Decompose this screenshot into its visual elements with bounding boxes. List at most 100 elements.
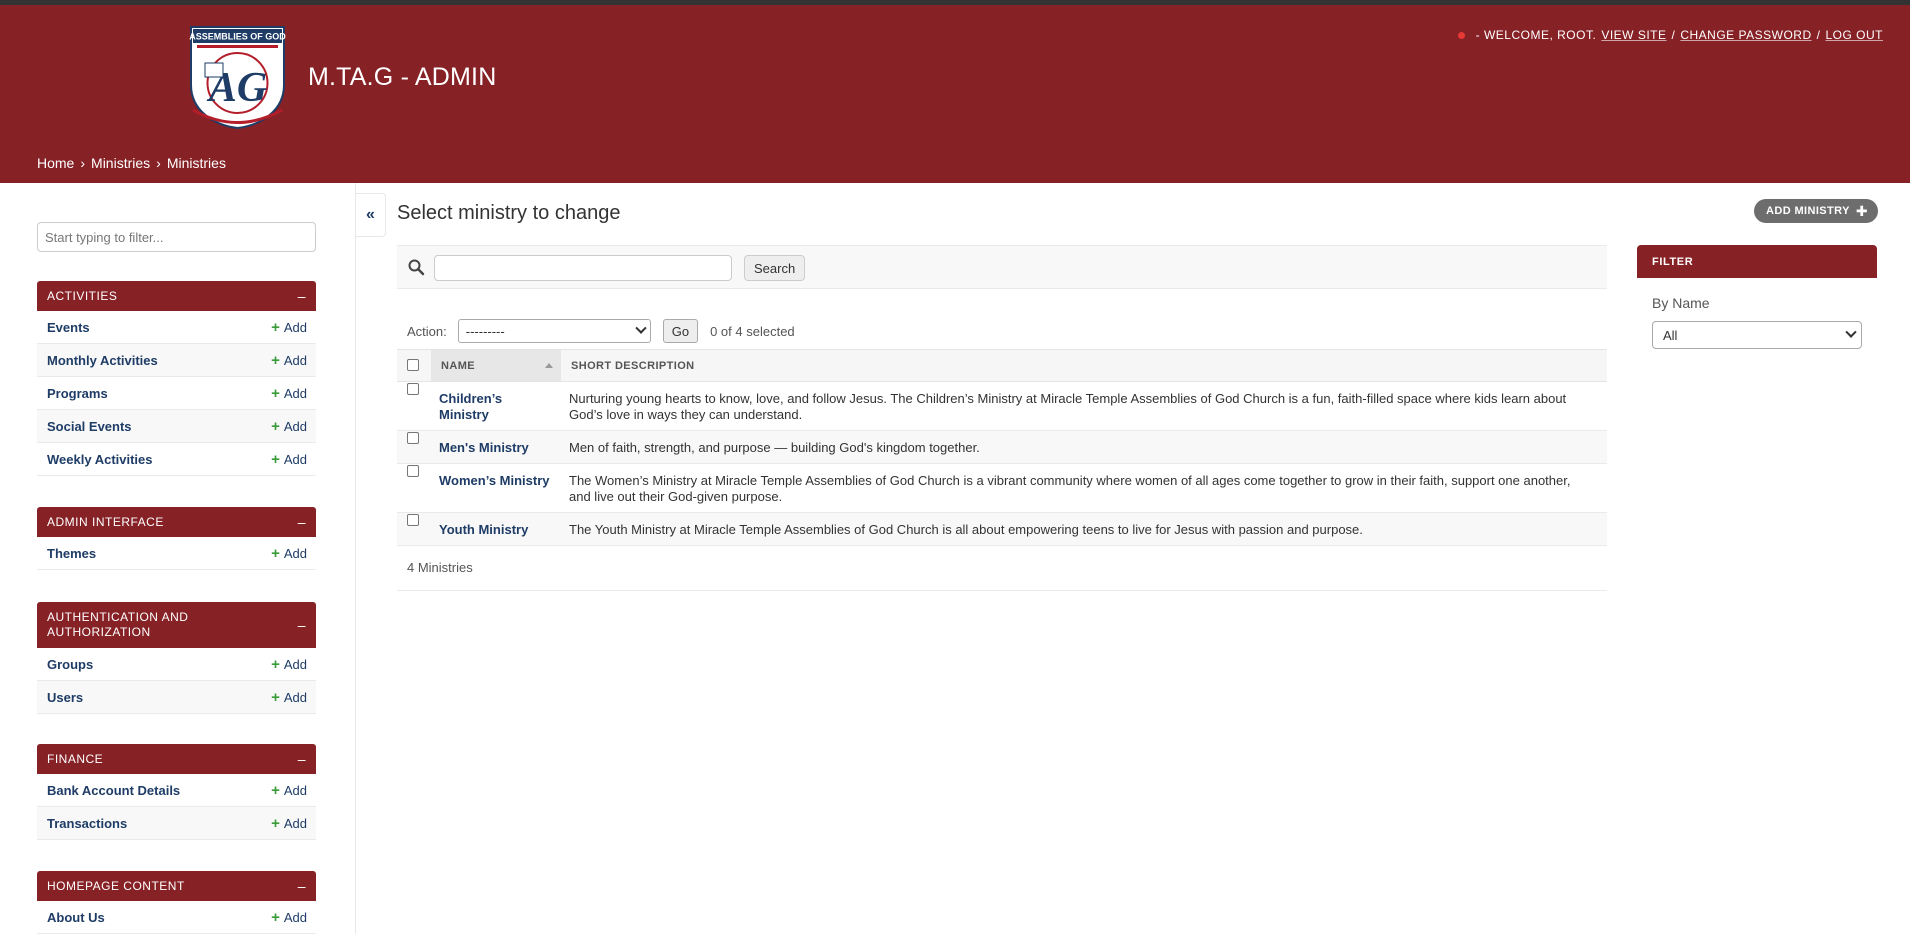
app-activities: ACTIVITIES – Events + Add Monthly Activit…	[37, 281, 316, 476]
add-themes-link[interactable]: + Add	[271, 546, 307, 561]
search-button[interactable]: Search	[744, 255, 806, 281]
changelist-filter: FILTER By Name All	[1637, 245, 1877, 349]
ministry-name-link[interactable]: Youth Ministry	[431, 512, 561, 546]
table-row: Children’s Ministry Nurturing young hear…	[397, 381, 1607, 431]
app-caption-finance[interactable]: FINANCE –	[37, 744, 316, 774]
selected-count: 0 of 4 selected	[710, 323, 795, 339]
plus-icon: +	[271, 781, 280, 799]
add-social-events-link[interactable]: + Add	[271, 419, 307, 434]
row-checkbox[interactable]	[407, 465, 419, 477]
ministry-description: Men of faith, strength, and purpose — bu…	[561, 430, 1607, 464]
action-select[interactable]: ---------	[457, 319, 651, 343]
ministry-name-link[interactable]: Men's Ministry	[431, 430, 561, 464]
table-row: Men's Ministry Men of faith, strength, a…	[397, 430, 1607, 464]
status-dot-icon	[1457, 31, 1465, 39]
collapse-icon[interactable]: –	[298, 617, 306, 633]
filter-title: FILTER	[1637, 245, 1877, 278]
assemblies-of-god-logo[interactable]: ASSEMBLIES OF GOD AG	[187, 25, 288, 129]
collapse-icon[interactable]: –	[298, 288, 306, 304]
model-link-transactions[interactable]: Transactions	[47, 816, 127, 831]
ministry-name-link[interactable]: Women’s Ministry	[431, 463, 561, 513]
toggle-nav-sidebar-button[interactable]: «	[356, 193, 386, 237]
sort-ascending-icon[interactable]	[545, 363, 553, 368]
add-weekly-activities-link[interactable]: + Add	[271, 452, 307, 467]
filter-by-name-select[interactable]: All	[1652, 321, 1862, 349]
column-header-short-description[interactable]: SHORT DESCRIPTION	[561, 349, 1607, 382]
model-row-social-events: Social Events + Add	[37, 410, 316, 443]
plus-icon: +	[271, 688, 280, 706]
plus-icon: +	[271, 384, 280, 402]
row-check-cell	[397, 512, 431, 546]
add-label: Add	[283, 656, 307, 672]
view-site-link[interactable]: VIEW SITE	[1601, 28, 1666, 42]
collapse-icon[interactable]: –	[298, 514, 306, 530]
add-programs-link[interactable]: + Add	[271, 386, 307, 401]
breadcrumb-ministries-app[interactable]: Ministries	[91, 155, 150, 171]
app-caption-homepage-content[interactable]: HOMEPAGE CONTENT –	[37, 871, 316, 901]
add-ministry-button[interactable]: ADD MINISTRY ✚	[1754, 199, 1878, 223]
ministry-description: The Women’s Ministry at Miracle Temple A…	[561, 463, 1607, 513]
plus-icon: +	[271, 450, 280, 468]
plus-icon: +	[271, 351, 280, 369]
app-admin-interface: ADMIN INTERFACE – Themes + Add	[37, 507, 316, 570]
add-monthly-activities-link[interactable]: + Add	[271, 353, 307, 368]
site-brand[interactable]: M.TA.G - ADMIN	[308, 63, 496, 92]
filter-by-name-label: By Name	[1652, 295, 1710, 311]
model-row-themes: Themes + Add	[37, 537, 316, 570]
select-all-checkbox[interactable]	[407, 358, 419, 371]
breadcrumb-separator: ›	[156, 155, 161, 171]
model-row-monthly-activities: Monthly Activities + Add	[37, 344, 316, 377]
model-row-events: Events + Add	[37, 311, 316, 344]
app-caption-authentication[interactable]: AUTHENTICATION AND AUTHORIZATION –	[37, 602, 316, 648]
app-title: FINANCE	[47, 752, 104, 766]
chevron-down-icon	[635, 322, 647, 334]
go-button[interactable]: Go	[662, 319, 699, 343]
row-check-cell	[397, 430, 431, 464]
add-transactions-link[interactable]: + Add	[271, 816, 307, 831]
row-checkbox[interactable]	[407, 432, 419, 444]
changelist-search: Search	[397, 245, 1607, 289]
model-link-social-events[interactable]: Social Events	[47, 419, 132, 434]
model-link-about-us[interactable]: About Us	[47, 910, 105, 925]
change-password-link[interactable]: CHANGE PASSWORD	[1680, 28, 1811, 42]
model-link-bank-account-details[interactable]: Bank Account Details	[47, 783, 180, 798]
nav-filter-input[interactable]	[37, 222, 316, 252]
search-icon	[408, 259, 425, 276]
breadcrumb: Home › Ministries › Ministries	[37, 155, 226, 171]
model-link-programs[interactable]: Programs	[47, 386, 108, 401]
model-link-themes[interactable]: Themes	[47, 546, 96, 561]
model-link-events[interactable]: Events	[47, 320, 90, 335]
collapse-icon[interactable]: –	[298, 751, 306, 767]
column-label: SHORT DESCRIPTION	[571, 359, 695, 372]
log-out-link[interactable]: LOG OUT	[1825, 28, 1883, 42]
plus-icon: +	[271, 544, 280, 562]
add-users-link[interactable]: + Add	[271, 690, 307, 705]
column-header-name[interactable]: NAME	[431, 349, 561, 382]
ministry-name-link[interactable]: Children’s Ministry	[431, 381, 561, 431]
add-label: Add	[283, 385, 307, 401]
chevron-down-icon	[1845, 326, 1857, 338]
add-events-link[interactable]: + Add	[271, 320, 307, 335]
svg-text:ASSEMBLIES OF GOD: ASSEMBLIES OF GOD	[189, 32, 286, 42]
model-link-weekly-activities[interactable]: Weekly Activities	[47, 452, 153, 467]
add-about-us-link[interactable]: + Add	[271, 910, 307, 925]
breadcrumb-home[interactable]: Home	[37, 155, 74, 171]
model-link-groups[interactable]: Groups	[47, 657, 93, 672]
model-link-users[interactable]: Users	[47, 690, 83, 705]
add-label: Add	[283, 418, 307, 434]
add-label: Add	[283, 319, 307, 335]
filter-select-value: All	[1663, 327, 1678, 343]
model-link-monthly-activities[interactable]: Monthly Activities	[47, 353, 158, 368]
row-checkbox[interactable]	[407, 514, 419, 526]
add-groups-link[interactable]: + Add	[271, 657, 307, 672]
add-bank-account-details-link[interactable]: + Add	[271, 783, 307, 798]
add-label: Add	[283, 545, 307, 561]
ministry-description: The Youth Ministry at Miracle Temple Ass…	[561, 512, 1607, 546]
search-input[interactable]	[434, 255, 732, 281]
app-caption-admin-interface[interactable]: ADMIN INTERFACE –	[37, 507, 316, 537]
app-title: HOMEPAGE CONTENT	[47, 879, 185, 893]
collapse-icon[interactable]: –	[298, 878, 306, 894]
row-checkbox[interactable]	[407, 383, 419, 395]
app-caption-activities[interactable]: ACTIVITIES –	[37, 281, 316, 311]
app-title: AUTHENTICATION AND AUTHORIZATION	[47, 610, 189, 639]
